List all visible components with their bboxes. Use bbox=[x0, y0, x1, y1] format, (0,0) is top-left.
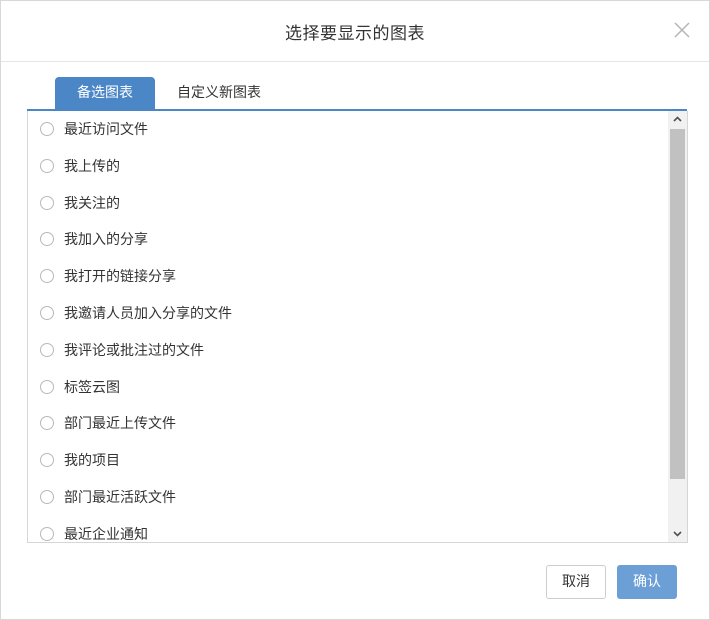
list-item[interactable]: 我评论或批注过的文件 bbox=[28, 332, 668, 369]
dialog-title: 选择要显示的图表 bbox=[285, 24, 425, 44]
chart-select-dialog: 选择要显示的图表 备选图表 自定义新图表 最近访问文件 我上传的 我关注的 我加… bbox=[0, 0, 710, 620]
radio-button[interactable] bbox=[40, 526, 54, 541]
radio-button[interactable] bbox=[40, 416, 54, 431]
radio-button[interactable] bbox=[40, 122, 54, 136]
scroll-down-icon[interactable] bbox=[668, 525, 687, 542]
radio-button[interactable] bbox=[40, 232, 54, 247]
tab-bar: 备选图表 自定义新图表 bbox=[27, 77, 687, 111]
list-item-label: 部门最近上传文件 bbox=[64, 416, 176, 433]
list-item[interactable]: 我上传的 bbox=[28, 148, 668, 185]
radio-button[interactable] bbox=[40, 269, 54, 284]
list-item[interactable]: 最近企业通知 bbox=[28, 516, 668, 543]
scroll-up-icon[interactable] bbox=[668, 111, 687, 128]
dialog-header: 选择要显示的图表 bbox=[1, 1, 709, 62]
list-item[interactable]: 我邀请人员加入分享的文件 bbox=[28, 295, 668, 332]
radio-button[interactable] bbox=[40, 489, 54, 504]
list-item-label: 最近企业通知 bbox=[64, 526, 148, 543]
radio-button[interactable] bbox=[40, 305, 54, 320]
list-item[interactable]: 我关注的 bbox=[28, 185, 668, 222]
radio-button[interactable] bbox=[40, 342, 54, 357]
list-item-label: 最近访问文件 bbox=[64, 122, 148, 138]
scrollbar-thumb[interactable] bbox=[670, 129, 685, 479]
list-item-label: 我上传的 bbox=[64, 158, 120, 175]
list-item-label: 部门最近活跃文件 bbox=[64, 489, 176, 506]
chart-list: 最近访问文件 我上传的 我关注的 我加入的分享 我打开的链接分享 我邀请人员加入… bbox=[27, 111, 688, 543]
list-item-label: 我关注的 bbox=[64, 195, 120, 212]
list-item[interactable]: 我打开的链接分享 bbox=[28, 258, 668, 295]
cancel-button[interactable]: 取消 bbox=[546, 565, 606, 599]
list-item-label: 标签云图 bbox=[64, 379, 120, 396]
radio-button[interactable] bbox=[40, 453, 54, 468]
list-item-label: 我评论或批注过的文件 bbox=[64, 342, 204, 359]
tab-preset-charts[interactable]: 备选图表 bbox=[55, 77, 155, 109]
list-item[interactable]: 我加入的分享 bbox=[28, 221, 668, 258]
list-item-label: 我加入的分享 bbox=[64, 232, 148, 249]
radio-button[interactable] bbox=[40, 379, 54, 394]
radio-button[interactable] bbox=[40, 195, 54, 210]
list-item[interactable]: 标签云图 bbox=[28, 369, 668, 406]
list-item-label: 我邀请人员加入分享的文件 bbox=[64, 305, 232, 322]
list-item[interactable]: 最近访问文件 bbox=[28, 111, 668, 148]
list-item[interactable]: 部门最近上传文件 bbox=[28, 405, 668, 442]
list-item[interactable]: 部门最近活跃文件 bbox=[28, 479, 668, 516]
tab-custom-chart[interactable]: 自定义新图表 bbox=[159, 77, 279, 109]
list-item-label: 我打开的链接分享 bbox=[64, 269, 176, 286]
list-item[interactable]: 我的项目 bbox=[28, 442, 668, 479]
radio-button[interactable] bbox=[40, 158, 54, 173]
vertical-scrollbar[interactable] bbox=[668, 111, 687, 542]
close-icon[interactable] bbox=[673, 21, 691, 39]
list-item-label: 我的项目 bbox=[64, 453, 120, 470]
chart-list-items: 最近访问文件 我上传的 我关注的 我加入的分享 我打开的链接分享 我邀请人员加入… bbox=[28, 111, 668, 543]
confirm-button[interactable]: 确认 bbox=[617, 565, 677, 599]
